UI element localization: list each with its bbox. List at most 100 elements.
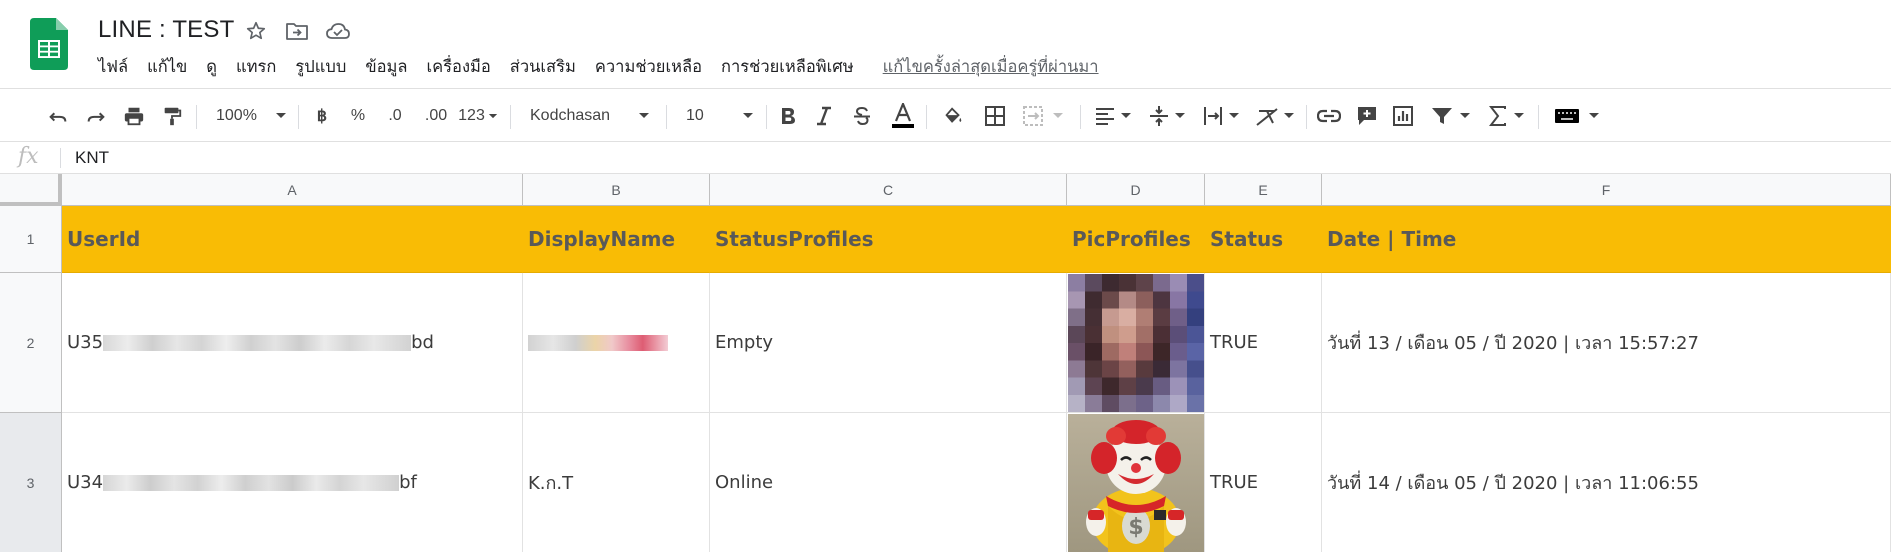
profile-picture-clown-figurine: $ bbox=[1068, 414, 1204, 552]
toolbar-separator bbox=[1306, 105, 1307, 129]
cell-f2-datetime[interactable]: วันที่ 13 / เดือน 05 / ปี 2020 | เวลา 15… bbox=[1322, 273, 1891, 413]
borders-icon[interactable] bbox=[982, 101, 1008, 131]
font-select[interactable]: Kodchasan bbox=[522, 101, 654, 131]
decrease-decimal-label: .0 bbox=[388, 107, 402, 124]
column-header-f[interactable]: F bbox=[1322, 174, 1891, 206]
undo-icon[interactable] bbox=[44, 101, 72, 131]
sheets-logo-icon[interactable] bbox=[30, 18, 68, 70]
column-header-e[interactable]: E bbox=[1205, 174, 1322, 206]
toolbar-separator bbox=[196, 105, 197, 129]
zoom-select[interactable]: 100% bbox=[208, 101, 288, 131]
fx-icon: fx bbox=[18, 144, 39, 169]
cell-b2-displayname[interactable] bbox=[523, 273, 710, 413]
formula-input[interactable]: KNT bbox=[75, 148, 109, 168]
title-bar: LINE : TEST ไฟล์ แก้ไข ดู แทรก รูปแบบ ข้… bbox=[0, 0, 1891, 88]
fill-color-icon[interactable] bbox=[940, 101, 966, 131]
header-cell-statusprofiles[interactable]: StatusProfiles bbox=[710, 206, 1067, 273]
cell-e3-status[interactable]: TRUE bbox=[1205, 413, 1322, 552]
font-name: Kodchasan bbox=[530, 107, 611, 124]
vertical-align-icon[interactable] bbox=[1144, 101, 1190, 131]
profile-picture-pixelated bbox=[1068, 274, 1204, 412]
italic-icon[interactable] bbox=[812, 101, 836, 131]
menu-format[interactable]: รูปแบบ bbox=[295, 54, 346, 80]
column-header-b[interactable]: B bbox=[523, 174, 710, 206]
chevron-down-icon bbox=[1460, 113, 1470, 118]
paint-format-icon[interactable] bbox=[158, 101, 186, 131]
formula-bar: fx KNT bbox=[0, 142, 1891, 174]
cell-c2-statusprofile[interactable]: Empty bbox=[710, 273, 1067, 413]
userid-prefix: U35 bbox=[67, 332, 104, 353]
menu-tools[interactable]: เครื่องมือ bbox=[427, 54, 491, 80]
menu-file[interactable]: ไฟล์ bbox=[98, 54, 128, 80]
strikethrough-icon[interactable] bbox=[850, 101, 874, 131]
column-header-d[interactable]: D bbox=[1067, 174, 1205, 206]
userid-prefix: U34 bbox=[67, 472, 104, 493]
menu-view[interactable]: ดู bbox=[206, 54, 217, 80]
currency-format-button[interactable]: ฿ bbox=[310, 101, 334, 131]
row-header-1[interactable]: 1 bbox=[0, 206, 62, 273]
redo-icon[interactable] bbox=[82, 101, 110, 131]
menu-edit[interactable]: แก้ไข bbox=[147, 54, 187, 80]
column-header-c[interactable]: C bbox=[710, 174, 1067, 206]
chevron-down-icon bbox=[1121, 113, 1131, 118]
insert-link-icon[interactable] bbox=[1316, 101, 1342, 131]
menu-accessibility[interactable]: การช่วยเหลือพิเศษ bbox=[721, 54, 854, 80]
font-size-select[interactable]: 10 bbox=[678, 101, 758, 131]
chevron-down-icon bbox=[742, 113, 753, 118]
currency-symbol: ฿ bbox=[316, 108, 328, 125]
cell-c3-statusprofile[interactable]: Online bbox=[710, 413, 1067, 552]
column-header-a[interactable]: A bbox=[62, 174, 523, 206]
header-cell-userid[interactable]: UserId bbox=[62, 206, 523, 273]
toolbar-separator bbox=[666, 105, 667, 129]
menu-data[interactable]: ข้อมูล bbox=[365, 54, 407, 80]
input-tools-icon[interactable] bbox=[1550, 101, 1604, 131]
menu-insert[interactable]: แทรก bbox=[236, 54, 276, 80]
userid-suffix: bf bbox=[399, 472, 417, 493]
insert-chart-icon[interactable] bbox=[1390, 101, 1416, 131]
bold-icon[interactable] bbox=[776, 101, 800, 131]
cell-f3-datetime[interactable]: วันที่ 14 / เดือน 05 / ปี 2020 | เวลา 11… bbox=[1322, 413, 1891, 552]
row-header-3[interactable]: 3 bbox=[0, 413, 62, 552]
filter-icon[interactable] bbox=[1428, 101, 1474, 131]
cell-a3-userid[interactable]: U34 bf bbox=[62, 413, 523, 552]
toolbar-separator bbox=[766, 105, 767, 129]
svg-text:$: $ bbox=[1128, 515, 1143, 540]
more-formats-select[interactable]: 123 bbox=[456, 101, 500, 131]
text-color-icon[interactable] bbox=[888, 101, 918, 131]
decrease-decimal-button[interactable]: .0 bbox=[380, 101, 410, 131]
percent-format-button[interactable]: % bbox=[346, 101, 370, 131]
cell-d2-picprofile[interactable] bbox=[1067, 273, 1205, 413]
move-to-folder-icon[interactable] bbox=[284, 18, 310, 44]
cell-e2-status[interactable]: TRUE bbox=[1205, 273, 1322, 413]
redacted-blur bbox=[528, 334, 668, 351]
cloud-status-icon[interactable] bbox=[325, 18, 351, 44]
last-edit-link[interactable]: แก้ไขครั้งล่าสุดเมื่อครู่ที่ผ่านมา bbox=[883, 54, 1099, 80]
horizontal-align-icon[interactable] bbox=[1090, 101, 1136, 131]
header-cell-picprofiles[interactable]: PicProfiles bbox=[1067, 206, 1205, 273]
header-cell-status[interactable]: Status bbox=[1205, 206, 1322, 273]
select-all-corner[interactable] bbox=[0, 174, 62, 206]
increase-decimal-button[interactable]: .00 bbox=[418, 101, 454, 131]
star-icon[interactable] bbox=[243, 18, 269, 44]
functions-icon[interactable] bbox=[1484, 101, 1530, 131]
merge-cells-icon[interactable] bbox=[1020, 101, 1066, 131]
print-icon[interactable] bbox=[120, 101, 148, 131]
row-header-2[interactable]: 2 bbox=[0, 273, 62, 413]
menu-addons[interactable]: ส่วนเสริม bbox=[510, 54, 576, 80]
insert-comment-icon[interactable] bbox=[1354, 101, 1380, 131]
cell-a2-userid[interactable]: U35 bd bbox=[62, 273, 523, 413]
text-wrapping-icon[interactable] bbox=[1198, 101, 1244, 131]
percent-symbol: % bbox=[350, 107, 366, 124]
chevron-down-icon bbox=[639, 113, 650, 118]
header-cell-datetime[interactable]: Date | Time bbox=[1322, 206, 1891, 273]
document-title[interactable]: LINE : TEST bbox=[98, 16, 234, 44]
chevron-down-icon bbox=[1589, 113, 1599, 118]
userid-suffix: bd bbox=[411, 332, 434, 353]
cell-b3-displayname[interactable]: K.ก.T bbox=[523, 413, 710, 552]
spreadsheet-grid: A B C D E F 1 2 3 UserId DisplayName Sta… bbox=[0, 174, 1891, 552]
header-cell-displayname[interactable]: DisplayName bbox=[523, 206, 710, 273]
menu-help[interactable]: ความช่วยเหลือ bbox=[595, 54, 702, 80]
toolbar-separator bbox=[298, 105, 299, 129]
text-rotation-icon[interactable] bbox=[1252, 101, 1298, 131]
cell-d3-picprofile[interactable]: $ bbox=[1067, 413, 1205, 552]
